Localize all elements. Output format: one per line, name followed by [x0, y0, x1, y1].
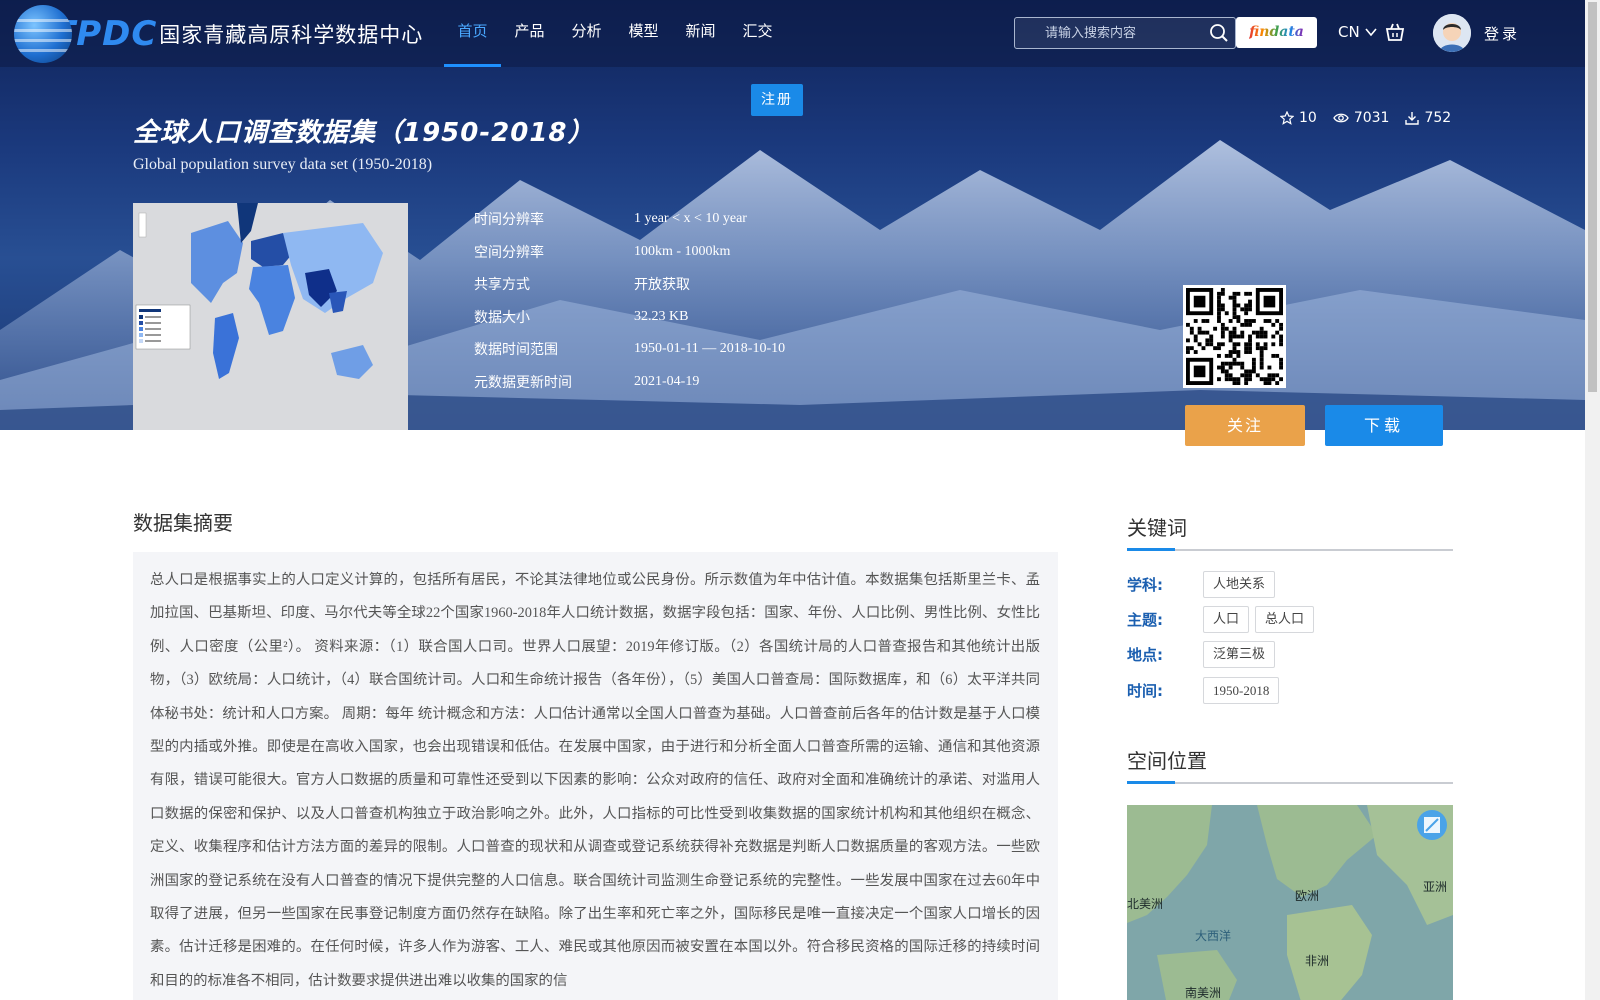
keyword-tag[interactable]: 1950-2018: [1203, 677, 1280, 704]
download-button[interactable]: 下载: [1325, 405, 1443, 446]
nav-analysis[interactable]: 分析: [558, 0, 615, 67]
downloads-count: 752: [1424, 110, 1452, 126]
keyword-tag[interactable]: 人口: [1203, 606, 1250, 633]
nav-news[interactable]: 新闻: [672, 0, 729, 67]
world-region-map: 北美洲 欧洲 亚洲 大西洋 非洲 南美洲: [1127, 805, 1453, 1000]
keyword-label: 地点:: [1127, 646, 1163, 664]
map-label: 非洲: [1305, 954, 1329, 968]
keywords-title: 关键词: [1127, 512, 1453, 551]
logo-site-name: 国家青藏高原科学数据中心: [159, 23, 424, 47]
keyword-row-time: 时间: 1950-2018: [1127, 677, 1285, 704]
dataset-title-en: Global population survey data set (1950-…: [133, 156, 433, 173]
abstract-title: 数据集摘要: [133, 511, 233, 535]
meta-value: 开放获取: [634, 278, 690, 294]
dataset-metadata: 时间分辨率 1 year < x < 10 year 空间分辨率 100km - 1…: [474, 203, 785, 398]
world-population-map-image: [133, 203, 408, 430]
map-label: 南美洲: [1185, 985, 1221, 1000]
meta-value: 100km - 1000km: [634, 243, 731, 259]
location-title: 空间位置: [1127, 745, 1453, 784]
meta-row: 共享方式 开放获取: [474, 268, 785, 301]
follow-button[interactable]: 关注: [1185, 405, 1305, 446]
map-label: 北美洲: [1127, 897, 1163, 911]
meta-row: 时间分辨率 1 year < x < 10 year: [474, 203, 785, 236]
keyword-label: 主题:: [1127, 611, 1163, 629]
register-button[interactable]: 注册: [751, 84, 803, 116]
nav-products[interactable]: 产品: [501, 0, 558, 67]
map-label: 大西洋: [1195, 928, 1231, 943]
meta-row: 空间分辨率 100km - 1000km: [474, 236, 785, 269]
meta-value: 1950-01-11 — 2018-10-10: [634, 341, 786, 357]
qr-code-icon: [1186, 288, 1283, 385]
meta-value: 2021-04-19: [634, 373, 700, 389]
keyword-row-subject: 学科: 人地关系: [1127, 571, 1281, 598]
keyword-label: 学科:: [1127, 576, 1163, 594]
meta-key: 元数据更新时间: [474, 374, 572, 391]
downloads-stat: 752: [1405, 110, 1451, 126]
language-switch[interactable]: CN: [1338, 23, 1378, 41]
user-avatar[interactable]: [1433, 14, 1471, 52]
meta-key: 共享方式: [474, 277, 530, 294]
meta-key: 数据时间范围: [474, 342, 558, 359]
keyword-label: 时间:: [1127, 682, 1163, 700]
keyword-tag[interactable]: 泛第三极: [1203, 641, 1276, 668]
language-label: CN: [1338, 23, 1360, 41]
views-count: 7031: [1353, 110, 1390, 126]
qr-code: [1183, 285, 1286, 388]
user-avatar-icon: [1433, 14, 1471, 52]
main-nav: 首页 产品 分析 模型 新闻 汇交: [444, 0, 786, 67]
chevron-down-icon: [1365, 28, 1378, 37]
meta-row: 数据时间范围 1950-01-11 — 2018-10-10: [474, 333, 785, 366]
location-map[interactable]: 北美洲 欧洲 亚洲 大西洋 非洲 南美洲: [1127, 805, 1453, 1000]
stars-stat[interactable]: 10: [1280, 110, 1317, 126]
map-label: 欧洲: [1295, 889, 1319, 903]
meta-key: 数据大小: [474, 309, 530, 326]
keyword-row-theme: 主题: 人口 总人口: [1127, 606, 1320, 633]
map-label: 亚洲: [1423, 880, 1447, 894]
search-box: [1014, 17, 1236, 49]
keyword-tag[interactable]: 总人口: [1255, 606, 1315, 633]
abstract-text: 总人口是根据事实上的人口定义计算的，包括所有居民，不论其法律地位或公民身份。所示…: [133, 552, 1058, 1000]
nav-home[interactable]: 首页: [444, 0, 501, 67]
meta-key: 时间分辨率: [474, 212, 544, 229]
nav-submit[interactable]: 汇交: [729, 0, 786, 67]
page-scrollbar[interactable]: [1585, 0, 1600, 1000]
meta-key: 空间分辨率: [474, 244, 544, 261]
keyword-row-place: 地点: 泛第三极: [1127, 641, 1281, 668]
search-icon[interactable]: [1209, 23, 1229, 47]
meta-row: 数据大小 32.23 KB: [474, 301, 785, 334]
star-icon: [1280, 111, 1294, 125]
globe-logo-icon: [14, 5, 72, 63]
login-link[interactable]: 登录: [1484, 23, 1520, 44]
findata-button[interactable]: findata: [1236, 17, 1317, 48]
scrollbar-thumb[interactable]: [1588, 2, 1597, 392]
search-input[interactable]: [1015, 18, 1205, 48]
nav-models[interactable]: 模型: [615, 0, 672, 67]
download-icon: [1405, 112, 1420, 125]
meta-value: 1 year < x < 10 year: [634, 211, 747, 227]
meta-value: 32.23 KB: [634, 308, 689, 324]
fullscreen-icon[interactable]: [1417, 810, 1447, 840]
stars-count: 10: [1299, 110, 1317, 126]
eye-icon: [1333, 113, 1349, 123]
dataset-title-cn: 全球人口调查数据集（1950-2018）: [133, 118, 595, 148]
meta-row: 元数据更新时间 2021-04-19: [474, 366, 785, 399]
dataset-stats: 10 7031 752: [1280, 110, 1467, 126]
views-stat: 7031: [1333, 110, 1390, 126]
keyword-tag[interactable]: 人地关系: [1203, 571, 1276, 598]
cart-icon[interactable]: [1384, 22, 1406, 46]
dataset-thumbnail[interactable]: [133, 203, 408, 430]
findata-label: findata: [1249, 24, 1304, 40]
site-logo[interactable]: TPDC 国家青藏高原科学数据中心: [14, 5, 424, 63]
